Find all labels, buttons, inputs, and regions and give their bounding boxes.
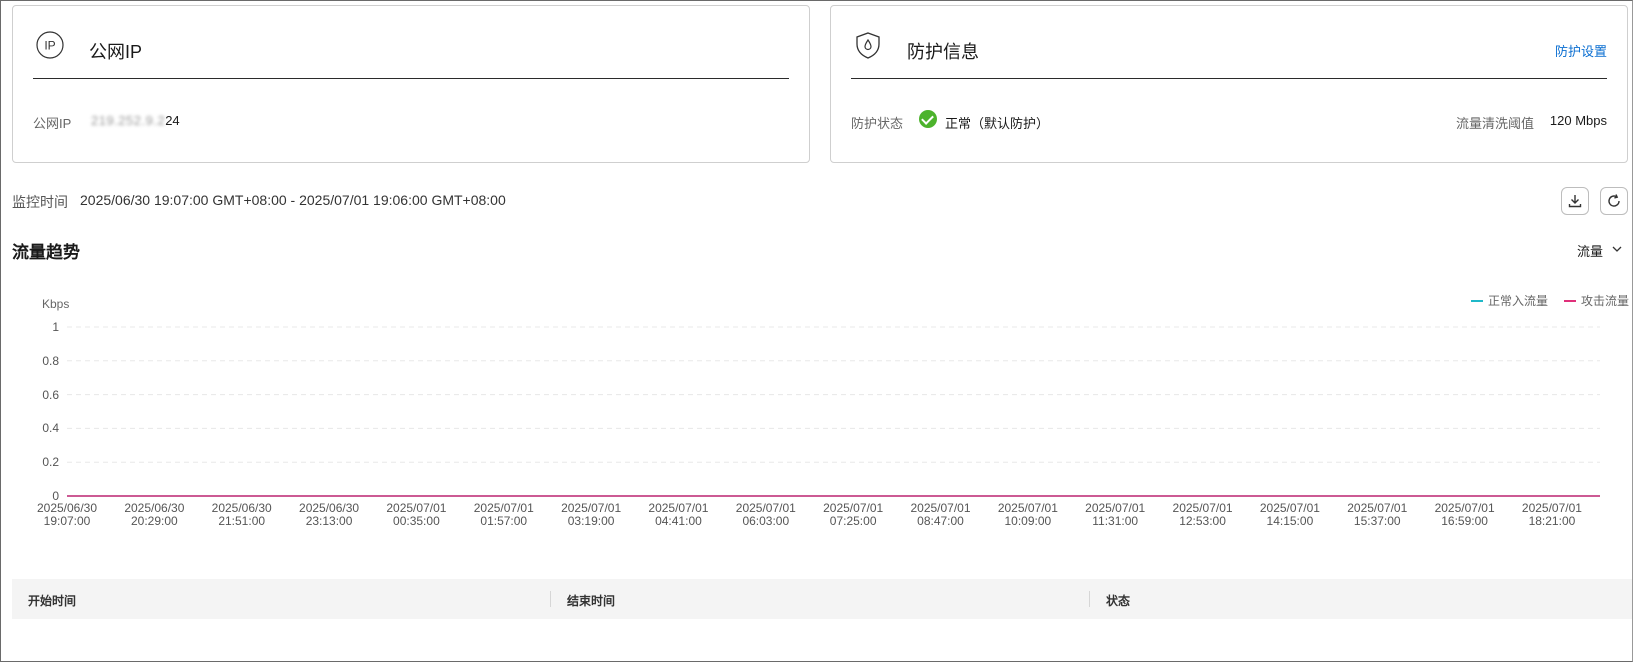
monitor-time-label: 监控时间 [12,194,68,210]
x-tick-label: 2025/07/01 16:59:00 [1434,501,1495,528]
legend-label: 正常入流量 [1488,294,1549,308]
x-tick-label: 2025/06/30 19:07:00 [36,501,98,528]
public-ip-title: 公网IP [89,42,143,62]
y-tick-label: 0.4 [42,421,59,436]
download-icon [1568,195,1582,208]
protection-status-value: 正常（默认防护） [945,116,1050,131]
public-ip-suffix: 24 [165,113,180,128]
legend-normal-in[interactable]: 正常入流量 [1471,292,1548,309]
x-tick-label: 2025/07/01 00:35:00 [386,501,447,528]
monitor-time-range[interactable]: 2025/06/30 19:07:00 GMT+08:00 - 2025/07/… [80,192,506,208]
refresh-icon [1608,194,1620,207]
x-tick-label: 2025/07/01 04:41:00 [648,501,709,528]
protection-card-header: 防护信息 防护设置 [851,6,1607,79]
protection-card: 防护信息 防护设置 防护状态 正常（默认防护） 流量清洗阈值 120 Mbps [830,5,1628,163]
public-ip-card: IP 公网IP 公网IP 219.252.9.224 [12,5,810,163]
check-circle-icon [919,110,937,128]
protection-status-label: 防护状态 [851,116,904,131]
x-tick-label: 2025/07/01 11:31:00 [1085,501,1146,528]
column-status[interactable]: 状态 [1106,592,1130,609]
refresh-button[interactable] [1600,187,1628,215]
chevron-down-icon [1612,246,1622,252]
download-button[interactable] [1561,187,1589,215]
column-divider [1089,591,1090,607]
public-ip-masked: 219.252.9.2 [91,113,166,128]
x-tick-label: 2025/07/01 03:19:00 [561,501,622,528]
threshold-label: 流量清洗阈值 [1455,116,1534,131]
y-tick-label: 0.2 [42,455,59,470]
column-divider [550,591,551,607]
y-tick-label: 1 [52,320,59,334]
y-tick-label: 0.8 [42,353,59,368]
x-tick-label: 2025/07/01 12:53:00 [1172,501,1233,528]
traffic-trend-title: 流量趋势 [12,243,80,262]
x-tick-label: 2025/06/30 20:29:00 [124,501,185,528]
legend-attack[interactable]: 攻击流量 [1564,292,1629,309]
legend-swatch [1471,299,1483,302]
x-tick-label: 2025/06/30 21:51:00 [211,501,272,528]
events-table-header: 开始时间 结束时间 状态 [12,579,1632,619]
shield-drop-icon [856,32,880,59]
legend-label: 攻击流量 [1581,294,1630,308]
y-tick-label: 0.6 [42,387,59,402]
column-start-time[interactable]: 开始时间 [28,592,76,609]
x-tick-label: 2025/07/01 08:47:00 [910,501,971,528]
x-tick-label: 2025/07/01 07:25:00 [823,501,884,528]
svg-text:IP: IP [44,39,55,53]
metric-dropdown-value: 流量 [1576,244,1603,259]
threshold-value: 120 Mbps [1549,113,1607,128]
x-tick-label: 2025/07/01 10:09:00 [997,501,1058,528]
public-ip-label: 公网IP [33,116,72,131]
protection-title: 防护信息 [907,42,979,62]
metric-dropdown[interactable]: 流量 [1576,241,1622,260]
x-tick-label: 2025/06/30 23:13:00 [299,501,360,528]
legend-swatch [1564,299,1576,302]
ip-circle-icon: IP [36,31,64,59]
x-tick-label: 2025/07/01 01:57:00 [473,501,534,528]
x-tick-label: 2025/07/01 18:21:00 [1521,501,1582,528]
public-ip-value[interactable]: 219.252.9.224 [91,113,180,128]
x-tick-label: 2025/07/01 14:15:00 [1259,501,1320,528]
public-ip-card-header: IP 公网IP [33,6,789,79]
column-end-time[interactable]: 结束时间 [567,592,615,609]
protection-settings-link[interactable]: 防护设置 [1555,41,1607,60]
x-tick-label: 2025/07/01 06:03:00 [735,501,796,528]
x-tick-label: 2025/07/01 15:37:00 [1347,501,1408,528]
y-axis-unit: Kbps [42,297,70,311]
